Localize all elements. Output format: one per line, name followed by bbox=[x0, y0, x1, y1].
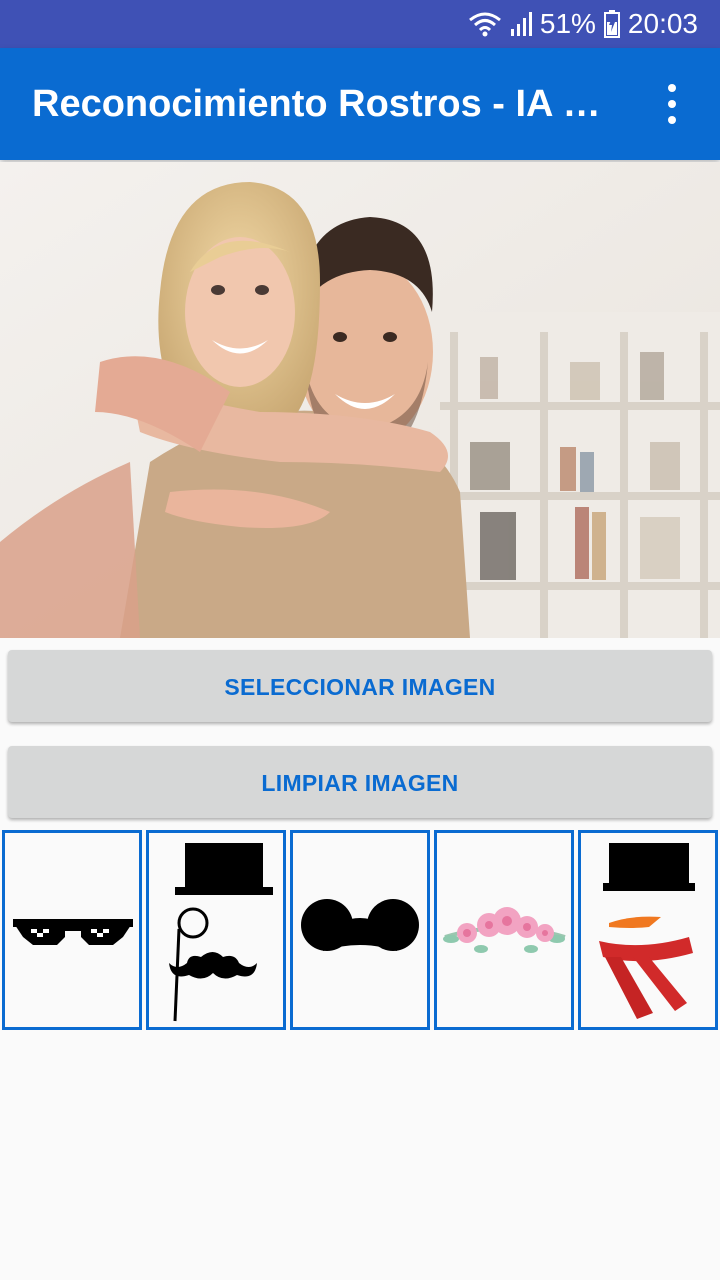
sticker-snowman[interactable] bbox=[578, 830, 718, 1030]
sticker-pixel-sunglasses[interactable] bbox=[2, 830, 142, 1030]
mouse-ears-icon bbox=[301, 899, 419, 951]
select-image-button[interactable]: SELECCIONAR IMAGEN bbox=[8, 650, 712, 722]
clock: 20:03 bbox=[627, 8, 698, 39]
sticker-mouse-ears[interactable] bbox=[290, 830, 430, 1030]
wifi-icon bbox=[468, 11, 502, 37]
sticker-flower-crown[interactable] bbox=[434, 830, 574, 1030]
clear-image-button[interactable]: LIMPIAR IMAGEN bbox=[8, 746, 712, 818]
sticker-row bbox=[2, 830, 718, 1030]
signal-icon bbox=[510, 11, 532, 37]
selected-face-image bbox=[0, 162, 720, 638]
sticker-top-hat-monocle-mustache[interactable] bbox=[146, 830, 286, 1030]
snowman-icon bbox=[599, 843, 695, 1019]
battery-icon bbox=[603, 10, 620, 38]
flower-crown-icon bbox=[443, 907, 566, 953]
status-bar: 51% 20:03 bbox=[0, 0, 720, 48]
battery-percent: 51% bbox=[539, 8, 596, 39]
app-bar: Reconocimiento Rostros - IA 2… bbox=[0, 48, 720, 160]
status-icons: 51% 20:03 bbox=[468, 0, 698, 48]
overflow-menu-icon[interactable] bbox=[652, 84, 692, 124]
app-title: Reconocimiento Rostros - IA 2… bbox=[32, 83, 612, 125]
sunglasses-icon bbox=[13, 919, 133, 945]
top-hat-mustache-icon bbox=[169, 843, 273, 1022]
